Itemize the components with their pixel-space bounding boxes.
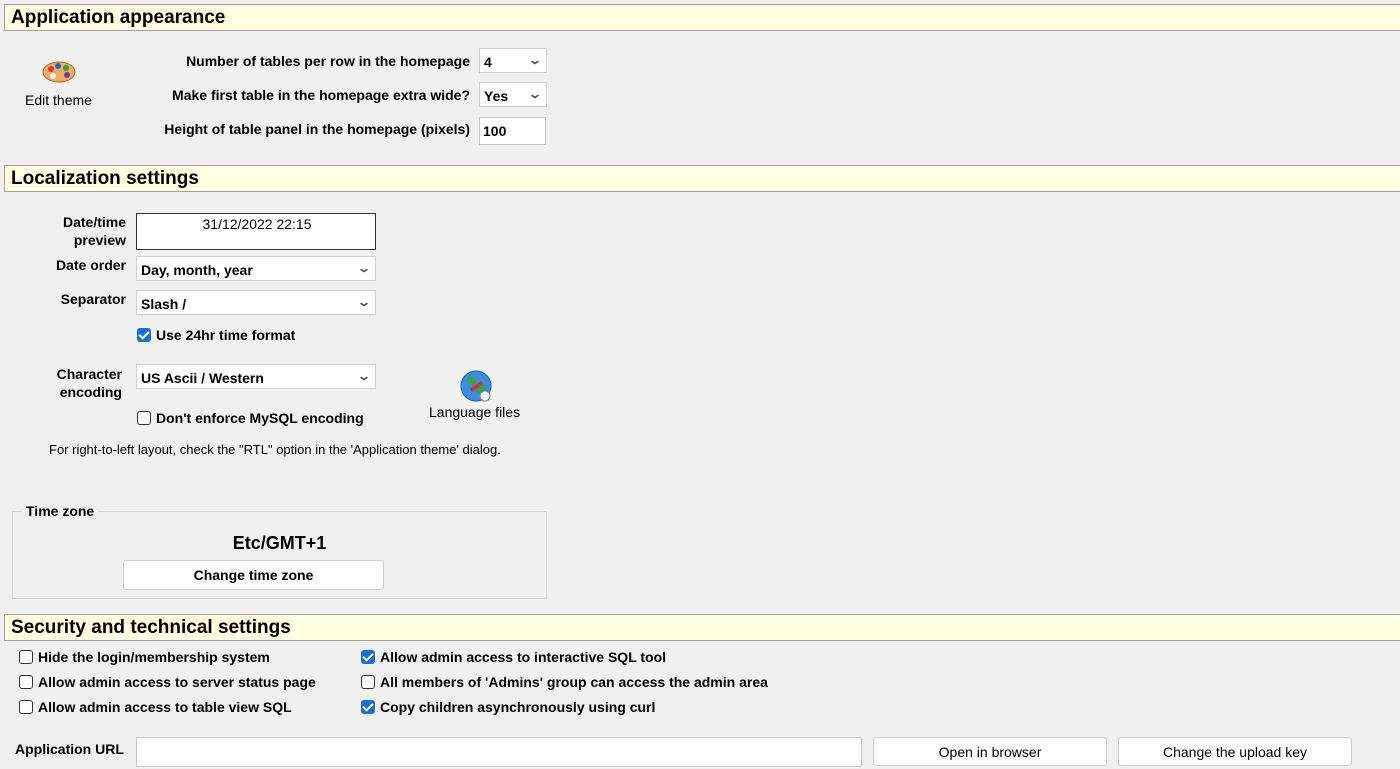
admins-group-checkbox[interactable] [361, 675, 375, 689]
section-title: Application appearance [11, 7, 226, 28]
chevron-down-icon: ⌄ [356, 261, 372, 275]
chevron-down-icon: ⌄ [527, 87, 543, 101]
section-header-localization: Localization settings [4, 165, 1400, 192]
language-files-button[interactable]: Language files [425, 367, 529, 423]
date-order-select[interactable]: Day, month, year ⌄ [136, 256, 376, 281]
interactive-sql-label[interactable]: Allow admin access to interactive SQL to… [380, 649, 666, 665]
date-order-value: Day, month, year [141, 262, 253, 278]
app-url-label: Application URL [15, 741, 124, 757]
section-header-appearance: Application appearance [4, 4, 1400, 31]
dont-enforce-encoding-checkbox[interactable] [137, 411, 151, 425]
edit-theme-label: Edit theme [25, 92, 92, 108]
datetime-preview-label: Date/time preview [62, 214, 126, 248]
section-title: Security and technical settings [11, 617, 291, 638]
dont-enforce-encoding-label[interactable]: Don't enforce MySQL encoding [156, 410, 364, 426]
copy-children-checkbox[interactable] [361, 700, 375, 714]
extra-wide-label: Make first table in the homepage extra w… [172, 87, 470, 103]
timezone-legend: Time zone [22, 503, 99, 519]
change-upload-key-button[interactable]: Change the upload key [1118, 737, 1352, 766]
chevron-down-icon: ⌄ [356, 369, 372, 383]
date-order-label: Date order [55, 257, 126, 273]
rtl-note: For right-to-left layout, check the "RTL… [49, 442, 501, 457]
table-view-sql-checkbox[interactable] [19, 700, 33, 714]
char-encoding-select[interactable]: US Ascii / Western ⌄ [136, 364, 376, 389]
char-encoding-value: US Ascii / Western [141, 370, 264, 386]
separator-select[interactable]: Slash / ⌄ [136, 290, 376, 315]
chevron-down-icon: ⌄ [527, 53, 543, 67]
section-header-security: Security and technical settings [4, 614, 1400, 641]
datetime-preview-field: 31/12/2022 22:15 [136, 213, 376, 250]
admins-group-label[interactable]: All members of 'Admins' group can access… [380, 674, 768, 690]
datetime-preview-value: 31/12/2022 22:15 [202, 216, 312, 232]
hide-login-checkbox[interactable] [19, 650, 33, 664]
use-24hr-label[interactable]: Use 24hr time format [156, 327, 295, 343]
server-status-label[interactable]: Allow admin access to server status page [38, 674, 316, 690]
tables-per-row-value: 4 [484, 54, 492, 70]
extra-wide-select[interactable]: Yes ⌄ [479, 82, 547, 107]
separator-label: Separator [60, 291, 126, 307]
char-encoding-label: Character encoding [56, 366, 122, 400]
chevron-down-icon: ⌄ [356, 295, 372, 309]
table-view-sql-label[interactable]: Allow admin access to table view SQL [38, 699, 292, 715]
timezone-value: Etc/GMT+1 [232, 533, 327, 553]
app-url-input[interactable] [136, 737, 862, 767]
use-24hr-checkbox[interactable] [137, 328, 151, 342]
hide-login-label[interactable]: Hide the login/membership system [38, 649, 270, 665]
panel-height-value: 100 [483, 123, 507, 139]
server-status-checkbox[interactable] [19, 675, 33, 689]
open-in-browser-button[interactable]: Open in browser [873, 737, 1107, 766]
tables-per-row-select[interactable]: 4 ⌄ [479, 48, 547, 73]
interactive-sql-checkbox[interactable] [361, 650, 375, 664]
extra-wide-value: Yes [484, 88, 509, 104]
edit-theme-button[interactable]: Edit theme [20, 58, 100, 110]
copy-children-label[interactable]: Copy children asynchronously using curl [380, 699, 655, 715]
change-upload-key-label: Change the upload key [1163, 744, 1307, 760]
change-timezone-label: Change time zone [193, 567, 314, 583]
separator-value: Slash / [141, 296, 187, 312]
change-timezone-button[interactable]: Change time zone [123, 560, 384, 590]
open-in-browser-label: Open in browser [938, 744, 1042, 760]
section-title: Localization settings [11, 168, 199, 189]
panel-height-label: Height of table panel in the homepage (p… [164, 121, 470, 137]
language-files-label: Language files [429, 404, 521, 420]
palette-icon [42, 61, 76, 83]
panel-height-input[interactable]: 100 [479, 117, 546, 145]
globe-icon [460, 370, 492, 402]
tables-per-row-label: Number of tables per row in the homepage [186, 53, 470, 69]
